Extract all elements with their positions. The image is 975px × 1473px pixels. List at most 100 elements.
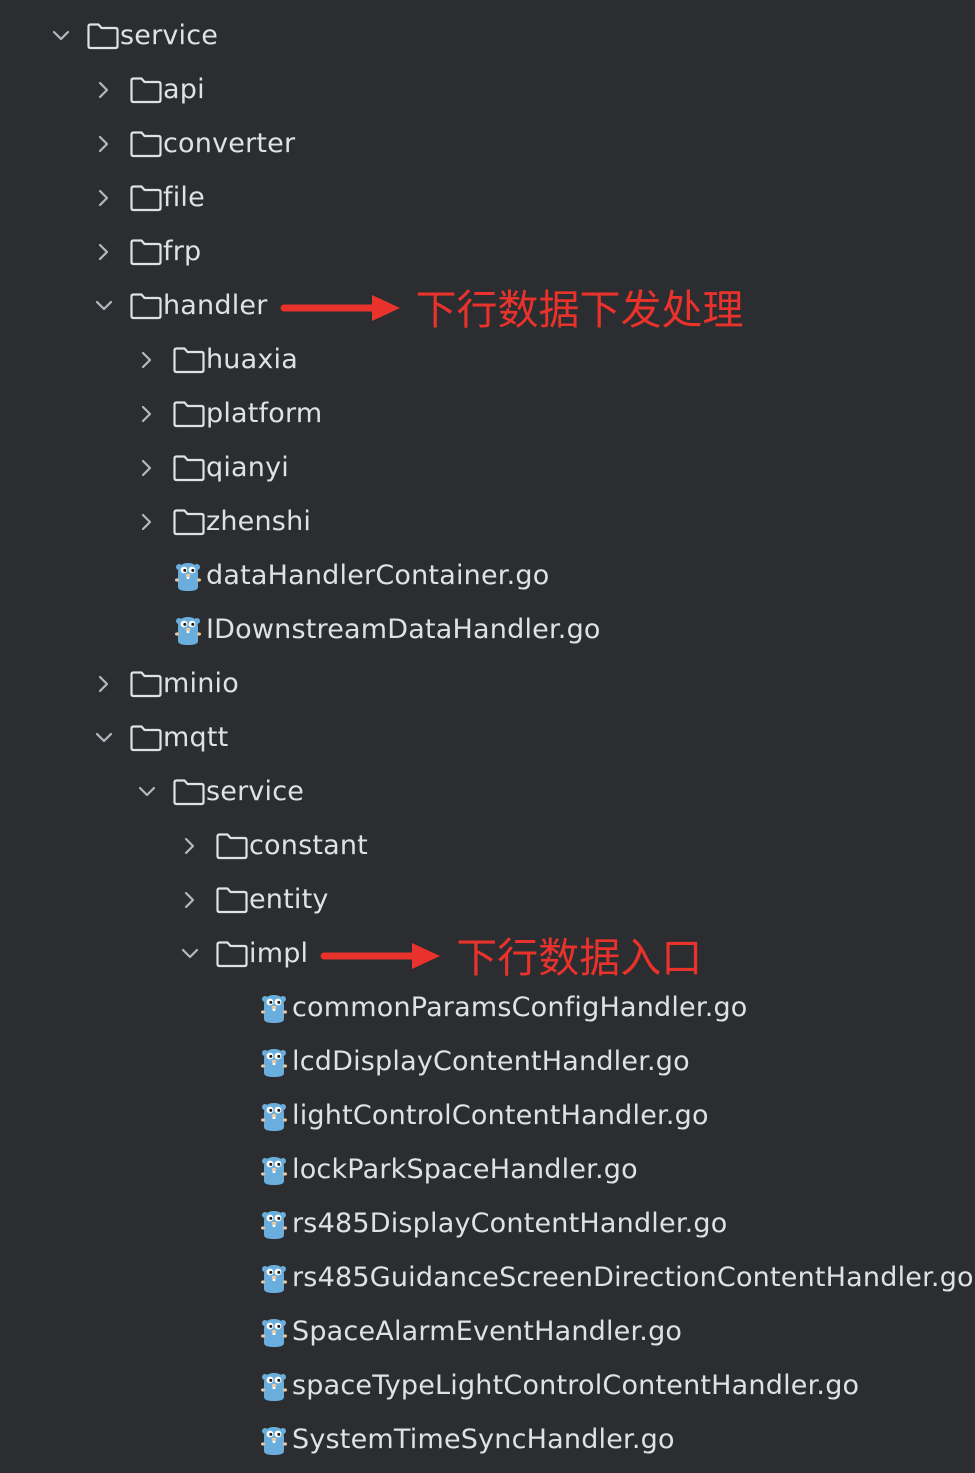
chevron-right-icon[interactable] [95, 242, 113, 262]
tree-item-label: platform [206, 398, 323, 429]
chevron-down-icon[interactable] [95, 728, 113, 748]
project-tree: service api converter file frp handler huaxia p… [0, 0, 975, 1473]
tree-item-label: commonParamsConfigHandler.go [292, 992, 748, 1023]
tree-item-label: file [163, 182, 205, 213]
folder-icon [172, 399, 206, 429]
go-gopher-icon [260, 1263, 292, 1293]
tree-item-file[interactable]: file [95, 171, 205, 225]
folder-icon [129, 237, 163, 267]
tree-item-rs485displaycontenthandler-go[interactable]: rs485DisplayContentHandler.go [224, 1197, 727, 1251]
tree-item-entity[interactable]: entity [181, 873, 329, 927]
folder-icon [129, 669, 163, 699]
chevron-right-icon[interactable] [138, 350, 156, 370]
tree-item-label: lcdDisplayContentHandler.go [292, 1046, 690, 1077]
tree-item-lcddisplaycontenthandler-go[interactable]: lcdDisplayContentHandler.go [224, 1035, 690, 1089]
tree-item-handler[interactable]: handler [95, 279, 268, 333]
chevron-right-icon[interactable] [95, 674, 113, 694]
chevron-right-icon[interactable] [138, 404, 156, 424]
tree-item-service[interactable]: service [52, 9, 218, 63]
chevron-right-icon[interactable] [95, 80, 113, 100]
tree-item-huaxia[interactable]: huaxia [138, 333, 298, 387]
tree-item-constant[interactable]: constant [181, 819, 368, 873]
tree-item-spacetypelightcontrolcontenthandler-go[interactable]: spaceTypeLightControlContentHandler.go [224, 1359, 859, 1413]
tree-item-spacealarmeventhandler-go[interactable]: SpaceAlarmEventHandler.go [224, 1305, 682, 1359]
go-gopher-icon [174, 561, 206, 591]
tree-item-label: handler [163, 290, 268, 321]
tree-item-label: frp [163, 236, 202, 267]
chevron-right-icon[interactable] [138, 458, 156, 478]
tree-item-impl[interactable]: impl [181, 927, 308, 981]
tree-item-label: api [163, 74, 205, 105]
tree-item-label: mqtt [163, 722, 229, 753]
go-gopher-icon [260, 1209, 292, 1239]
annotation-impl: 下行数据入口 [320, 931, 702, 985]
folder-icon [129, 291, 163, 321]
tree-item-label: IDownstreamDataHandler.go [206, 614, 601, 645]
tree-item-label: zhenshi [206, 506, 312, 537]
tree-item-label: lockParkSpaceHandler.go [292, 1154, 638, 1185]
annotation-handler: 下行数据下发处理 [280, 283, 744, 337]
go-gopher-icon [260, 993, 292, 1023]
tree-item-idownstreamdatahandler-go[interactable]: IDownstreamDataHandler.go [138, 603, 601, 657]
arrow-right-icon [320, 941, 442, 975]
chevron-right-icon[interactable] [181, 836, 199, 856]
tree-item-rs485guidancescreendirectioncontenthandler-go[interactable]: rs485GuidanceScreenDirectionContentHandl… [224, 1251, 974, 1305]
tree-item-label: qianyi [206, 452, 289, 483]
tree-item-platform[interactable]: platform [138, 387, 322, 441]
tree-item-zhenshi[interactable]: zhenshi [138, 495, 311, 549]
tree-item-commonparamsconfighandler-go[interactable]: commonParamsConfigHandler.go [224, 981, 748, 1035]
go-gopher-icon [260, 1425, 292, 1455]
tree-item-label: rs485GuidanceScreenDirectionContentHandl… [292, 1262, 974, 1293]
tree-item-label: constant [249, 830, 368, 861]
tree-item-label: service [206, 776, 305, 807]
tree-item-api[interactable]: api [95, 63, 205, 117]
tree-item-mqtt-service[interactable]: service [138, 765, 304, 819]
folder-icon [172, 777, 206, 807]
tree-item-converter[interactable]: converter [95, 117, 295, 171]
tree-item-label: SpaceAlarmEventHandler.go [292, 1316, 683, 1347]
chevron-down-icon[interactable] [138, 782, 156, 802]
chevron-down-icon[interactable] [52, 26, 70, 46]
tree-item-lightcontrolcontenthandler-go[interactable]: lightControlContentHandler.go [224, 1089, 709, 1143]
tree-item-label: converter [163, 128, 296, 159]
folder-icon [215, 831, 249, 861]
tree-item-qianyi[interactable]: qianyi [138, 441, 289, 495]
go-gopher-icon [260, 1371, 292, 1401]
go-gopher-icon [260, 1101, 292, 1131]
tree-item-label: service [120, 20, 219, 51]
folder-icon [129, 723, 163, 753]
tree-item-label: impl [249, 938, 309, 969]
chevron-down-icon[interactable] [181, 944, 199, 964]
chevron-right-icon[interactable] [95, 188, 113, 208]
tree-item-label: minio [163, 668, 239, 699]
folder-icon [86, 21, 120, 51]
chevron-down-icon[interactable] [95, 296, 113, 316]
tree-item-label: SystemTimeSyncHandler.go [292, 1424, 675, 1455]
tree-item-lockparkspacehandler-go[interactable]: lockParkSpaceHandler.go [224, 1143, 638, 1197]
folder-icon [129, 75, 163, 105]
tree-item-label: huaxia [206, 344, 298, 375]
go-gopher-icon [260, 1047, 292, 1077]
folder-icon [129, 129, 163, 159]
folder-icon [172, 453, 206, 483]
tree-item-label: spaceTypeLightControlContentHandler.go [292, 1370, 860, 1401]
folder-icon [215, 885, 249, 915]
tree-item-label: lightControlContentHandler.go [292, 1100, 709, 1131]
chevron-right-icon[interactable] [138, 512, 156, 532]
folder-icon [129, 183, 163, 213]
tree-item-systemtimesynchandler-go[interactable]: SystemTimeSyncHandler.go [224, 1413, 675, 1467]
folder-icon [172, 507, 206, 537]
annotation-text: 下行数据下发处理 [415, 286, 744, 334]
tree-item-frp[interactable]: frp [95, 225, 201, 279]
tree-item-label: rs485DisplayContentHandler.go [292, 1208, 728, 1239]
tree-item-minio[interactable]: minio [95, 657, 239, 711]
tree-item-label: dataHandlerContainer.go [206, 560, 550, 591]
chevron-right-icon[interactable] [95, 134, 113, 154]
folder-icon [172, 345, 206, 375]
chevron-right-icon[interactable] [181, 890, 199, 910]
tree-item-mqtt[interactable]: mqtt [95, 711, 228, 765]
tree-item-label: entity [249, 884, 329, 915]
tree-item-datahandlercontainer-go[interactable]: dataHandlerContainer.go [138, 549, 549, 603]
annotation-text: 下行数据入口 [456, 934, 703, 982]
folder-icon [215, 939, 249, 969]
